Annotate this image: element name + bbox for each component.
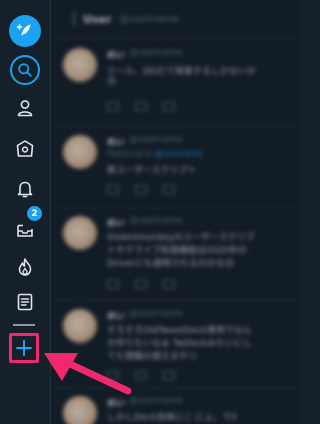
search-button[interactable] xyxy=(8,53,42,87)
bell-icon xyxy=(17,181,33,198)
feather-plus-icon xyxy=(9,15,41,47)
notifications-button[interactable] xyxy=(8,172,42,206)
list-icon xyxy=(17,293,33,311)
unread-count-badge: 2 xyxy=(27,206,42,221)
inbox-icon xyxy=(17,224,33,237)
profile-button[interactable] xyxy=(8,91,42,125)
messages-button[interactable]: 2 xyxy=(8,206,42,246)
home-icon xyxy=(16,140,34,157)
trending-button[interactable] xyxy=(8,250,42,284)
callout-arrow-icon xyxy=(44,353,132,395)
sidebar-divider xyxy=(13,324,35,326)
user-icon xyxy=(17,100,33,117)
search-icon xyxy=(10,55,40,85)
lists-button[interactable] xyxy=(8,285,42,319)
home-button[interactable] xyxy=(8,132,42,166)
flame-icon xyxy=(18,258,32,276)
plus-icon xyxy=(16,340,32,356)
compose-button[interactable] xyxy=(8,14,42,48)
add-column-button[interactable] xyxy=(9,333,39,363)
